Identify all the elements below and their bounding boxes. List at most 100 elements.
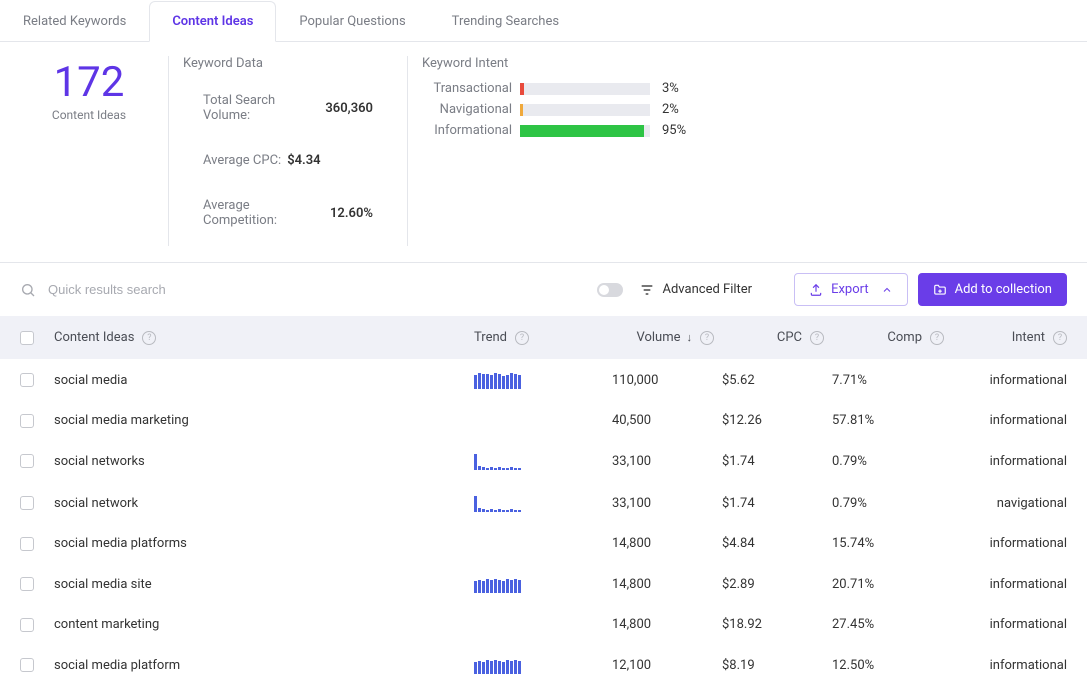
intent-label: Informational — [422, 123, 512, 138]
table-row: social network33,100$1.740.79%navigation… — [0, 482, 1087, 524]
export-icon — [809, 283, 823, 297]
cell-cpc: $1.74 — [714, 454, 824, 469]
trend-sparkline — [474, 452, 521, 470]
table-row: social media 110,000$5.627.71%information… — [0, 359, 1087, 401]
help-icon[interactable]: ? — [142, 331, 156, 345]
help-icon[interactable]: ? — [1053, 331, 1067, 345]
row-checkbox[interactable] — [20, 658, 34, 672]
cell-idea: social network — [54, 496, 474, 511]
cell-comp: 20.71% — [824, 577, 944, 592]
add-to-collection-button[interactable]: Add to collection — [918, 273, 1067, 306]
cell-intent: informational — [944, 373, 1067, 388]
add-label: Add to collection — [955, 282, 1052, 297]
count-label: Content Ideas — [24, 108, 154, 122]
col-intent-label[interactable]: Intent — [1012, 330, 1045, 345]
cell-idea: social networks — [54, 454, 474, 469]
chevron-up-icon — [881, 284, 893, 296]
tabs: Related KeywordsContent IdeasPopular Que… — [0, 0, 1087, 42]
keyword-data-title: Keyword Data — [183, 56, 393, 71]
cell-cpc: $8.19 — [714, 658, 824, 673]
row-checkbox[interactable] — [20, 537, 34, 551]
cell-comp: 7.71% — [824, 373, 944, 388]
cell-comp: 0.79% — [824, 454, 944, 469]
select-all-checkbox[interactable] — [20, 331, 34, 345]
cell-cpc: $12.26 — [714, 413, 824, 428]
avg-competition-row: Average Competition:12.60% — [183, 186, 393, 240]
table-row: social media site14,800$2.8920.71%inform… — [0, 563, 1087, 605]
summary-panel: 172 Content Ideas Keyword Data Total Sea… — [0, 42, 1087, 262]
trend-sparkline — [474, 575, 521, 593]
cell-intent: informational — [944, 413, 1067, 428]
table-row: content marketing14,800$18.9227.45%infor… — [0, 605, 1087, 644]
table-header: Content Ideas ? Trend ? Volume ↓ ? CPC ?… — [0, 316, 1087, 359]
trend-sparkline — [474, 494, 521, 512]
intent-bar — [520, 83, 650, 95]
intent-bar — [520, 104, 650, 116]
trend-sparkline — [474, 656, 521, 674]
tab-content-ideas[interactable]: Content Ideas — [149, 1, 276, 42]
intent-bar — [520, 125, 650, 137]
cell-idea: social media marketing — [54, 413, 474, 428]
cell-idea: social media platform — [54, 658, 474, 673]
col-content-ideas-label: Content Ideas — [54, 330, 134, 345]
cell-comp: 12.50% — [824, 658, 944, 673]
cell-cpc: $1.74 — [714, 496, 824, 511]
toolbar: Advanced Filter Export Add to collection — [0, 262, 1087, 316]
col-trend-label: Trend — [474, 330, 507, 345]
keyword-intent-title: Keyword Intent — [422, 56, 1063, 71]
filter-icon — [639, 282, 655, 298]
tab-popular-questions[interactable]: Popular Questions — [276, 1, 428, 42]
divider — [168, 56, 169, 246]
intent-row-transactional: Transactional3% — [422, 81, 1063, 96]
cell-intent: informational — [944, 617, 1067, 632]
cell-idea: social media — [54, 373, 474, 388]
cell-intent: informational — [944, 577, 1067, 592]
folder-add-icon — [933, 283, 947, 297]
table-row: social networks33,100$1.740.79%informati… — [0, 440, 1087, 482]
row-checkbox[interactable] — [20, 577, 34, 591]
cell-cpc: $5.62 — [714, 373, 824, 388]
row-checkbox[interactable] — [20, 373, 34, 387]
intent-row-informational: Informational 95% — [422, 123, 1063, 138]
row-checkbox[interactable] — [20, 618, 34, 632]
col-cpc-label[interactable]: CPC — [777, 330, 802, 345]
cell-cpc: $18.92 — [714, 617, 824, 632]
cell-cpc: $2.89 — [714, 577, 824, 592]
tab-trending-searches[interactable]: Trending Searches — [429, 1, 582, 42]
cell-intent: navigational — [944, 496, 1067, 511]
cell-comp: 15.74% — [824, 536, 944, 551]
table-row: social media platforms14,800$4.8415.74%i… — [0, 524, 1087, 563]
total-search-volume-row: Total Search Volume:360,360 — [183, 81, 393, 135]
search-input[interactable] — [48, 282, 348, 297]
intent-label: Navigational — [422, 102, 512, 117]
cell-volume: 40,500 — [604, 413, 714, 428]
cell-volume: 12,100 — [604, 658, 714, 673]
search-icon — [20, 282, 36, 298]
count-number: 172 — [24, 62, 154, 104]
intent-pct: 95% — [662, 123, 686, 138]
trend-sparkline — [474, 371, 521, 389]
help-icon[interactable]: ? — [700, 331, 714, 345]
col-volume-label[interactable]: Volume — [636, 330, 680, 345]
table-row: social media platform 12,100$8.1912.50%in… — [0, 644, 1087, 686]
cell-idea: content marketing — [54, 617, 474, 632]
col-comp-label[interactable]: Comp — [887, 330, 922, 345]
cell-intent: informational — [944, 658, 1067, 673]
help-icon[interactable]: ? — [930, 331, 944, 345]
advanced-filter-label: Advanced Filter — [663, 282, 753, 297]
sort-desc-icon: ↓ — [687, 331, 693, 344]
advanced-filter-button[interactable]: Advanced Filter — [639, 282, 753, 298]
export-button[interactable]: Export — [794, 273, 908, 306]
row-checkbox[interactable] — [20, 454, 34, 468]
toggle-switch[interactable] — [597, 283, 623, 297]
help-icon[interactable]: ? — [515, 331, 529, 345]
tab-related-keywords[interactable]: Related Keywords — [0, 1, 149, 42]
cell-comp: 27.45% — [824, 617, 944, 632]
cell-volume: 14,800 — [604, 577, 714, 592]
row-checkbox[interactable] — [20, 414, 34, 428]
help-icon[interactable]: ? — [810, 331, 824, 345]
cell-volume: 110,000 — [604, 373, 714, 388]
cell-volume: 14,800 — [604, 536, 714, 551]
row-checkbox[interactable] — [20, 496, 34, 510]
intent-label: Transactional — [422, 81, 512, 96]
